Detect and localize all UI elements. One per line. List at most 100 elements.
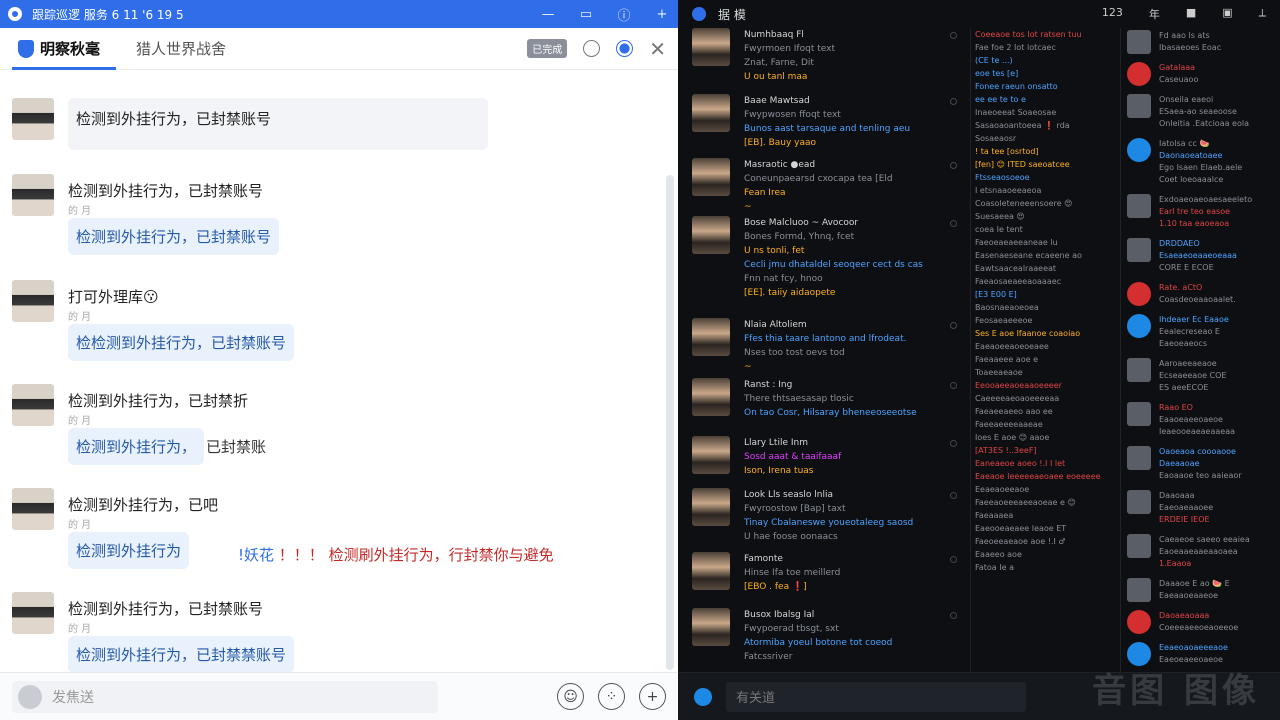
avatar[interactable] (692, 28, 730, 66)
camera-icon[interactable]: ■ (1186, 6, 1196, 22)
side-item[interactable]: Gatalaaa Caseuaoo (1127, 62, 1279, 86)
avatar[interactable] (692, 608, 730, 646)
side-line: Oaoeaoa coooaooe (1159, 447, 1236, 456)
restore-icon[interactable]: ▭ (578, 7, 594, 22)
side-body: Fd aao ls ats Ibasaeoes Eoac (1159, 30, 1279, 54)
feed-item[interactable]: Llary Ltile Inm Sosd aaat & taaifaaaf Ison… (692, 436, 966, 478)
detail-line: Coeeaoe tos Iot ratsen tuu (975, 30, 1082, 39)
avatar[interactable] (692, 216, 730, 254)
side-avatar[interactable] (1127, 30, 1151, 54)
tab-second[interactable]: 猎人世界战舍 (130, 28, 232, 70)
feed-status-dot[interactable] (950, 322, 957, 329)
feed-status-dot[interactable] (950, 440, 957, 447)
side-avatar[interactable] (1127, 314, 1151, 338)
side-avatar[interactable] (1127, 578, 1151, 602)
feed-item[interactable]: Numhbaaq Fl Fwyrmoen Ifoqt text Znat, Farn… (692, 28, 966, 84)
shield-toggle-icon[interactable] (616, 40, 634, 57)
side-item[interactable]: Oaoeaoa coooaooe Daeaaoae Eaoaaoe teo aaie… (1127, 446, 1279, 482)
feed-status-dot[interactable] (950, 492, 957, 499)
side-body: Exdoaeoaeoaesaeeleto Earl tre teo easoe 1.… (1159, 194, 1279, 230)
feed-status-dot[interactable] (950, 382, 957, 389)
avatar[interactable] (12, 174, 54, 216)
side-item[interactable]: Daaaoe E ao 🍉 E Eaeaaoeaaeoe (1127, 578, 1279, 602)
plus-icon[interactable]: + (639, 683, 666, 710)
info-icon[interactable]: ⓘ (616, 5, 632, 24)
avatar[interactable] (692, 158, 730, 196)
feed-item[interactable]: Nlaia Altoliem Ffes thia taare lantono an… (692, 318, 966, 374)
feed-status-dot[interactable] (950, 32, 957, 39)
side-avatar[interactable] (1127, 94, 1151, 118)
feed-status-dot[interactable] (950, 612, 957, 619)
side-avatar[interactable] (1127, 610, 1151, 634)
side-avatar[interactable] (1127, 282, 1151, 306)
avatar[interactable] (692, 94, 730, 132)
avatar[interactable] (692, 552, 730, 590)
side-item[interactable]: Daoaeaoaaa Coeeeaeeoeaoeeoe (1127, 610, 1279, 634)
avatar[interactable] (12, 280, 54, 322)
circle-icon[interactable] (583, 40, 601, 57)
feed-item[interactable]: Busox Ibalsg Ial Fwypoerad tbsgt, sxt Ator… (692, 608, 966, 664)
avatar[interactable] (692, 488, 730, 526)
feed-item[interactable]: Bose Malcluoo ~ Avocoor Bones Formd, Yhnq… (692, 216, 966, 300)
feed-item[interactable]: Ranst : Ing There thtsaesasap tlosic On ta… (692, 378, 966, 420)
feed-status-dot[interactable] (950, 162, 957, 169)
feed-item[interactable]: Baae Mawtsad Fwypwosen ffoqt text Bunos aa… (692, 94, 966, 150)
status-badge[interactable]: 已完成 (527, 39, 568, 58)
feed-username: Nlaia Altoliem (744, 320, 807, 330)
side-avatar[interactable] (1127, 194, 1151, 218)
avatar[interactable] (692, 436, 730, 474)
side-item[interactable]: Ihdeaer Ec Eaaoe Eealecreseao E Eaeoeaeocs (1127, 314, 1279, 350)
feed-item[interactable]: Masraotic ●ead Coneunpaearsd cxocapa tea … (692, 158, 966, 214)
feed-body: Bose Malcluoo ~ Avocoor Bones Formd, Yhnq… (744, 216, 966, 300)
side-item[interactable]: Raao EO Eaaoeaeeoaeoe Ieaeooeaeaeaaeaa (1127, 402, 1279, 438)
side-item[interactable]: Caeaeoe saeeo eeaiea Eaoeaaeaaeaaoaea 1.Ea… (1127, 534, 1279, 570)
feed-item[interactable]: Look Lls seaslo lnlia Fwyroostow [Bap] ta… (692, 488, 966, 544)
avatar[interactable] (12, 98, 54, 140)
avatar[interactable] (12, 592, 54, 634)
message-item: 打可外理库😗 的 月 检检测到外挂行为，已封禁账号 (12, 280, 295, 361)
apps-icon[interactable]: ⁘ (598, 683, 625, 710)
feed-status-dot[interactable] (950, 556, 957, 563)
detail-line: Eeooaeeaoeaaoeeeer (975, 381, 1062, 390)
feed-column: Numhbaaq Fl Fwyrmoen Ifoqt text Znat, Farn… (678, 28, 970, 672)
side-item[interactable]: DRDDAEO Esaeaeoeaaeoeaaa CORE E ECOE (1127, 238, 1279, 274)
add-icon[interactable]: + (654, 7, 670, 22)
close-icon[interactable]: ✕ (649, 39, 666, 59)
side-item[interactable]: Fd aao ls ats Ibasaeoes Eoac (1127, 30, 1279, 54)
side-avatar[interactable] (1127, 534, 1151, 558)
pin-icon[interactable]: ⟂ (1259, 6, 1266, 22)
side-item[interactable]: Onseila eaeoi ESaea-ao seaeoose Onleitia .… (1127, 94, 1279, 130)
side-item[interactable]: Rate. aCtO Coasdeoeaaoaalet. (1127, 282, 1279, 306)
side-item[interactable]: Aaroaeeaeaoe Ecseaeeaoe COE ES aeeECOE (1127, 358, 1279, 394)
avatar[interactable] (692, 378, 730, 416)
side-item[interactable]: Iatolsa cc 🍉 Daonaoeatoaee Ego Isaen Elaeb… (1127, 138, 1279, 186)
voice-icon[interactable] (694, 687, 712, 706)
feed-status-dot[interactable] (950, 98, 957, 105)
side-line: Exdoaeoaeoaesaeeleto (1159, 195, 1253, 204)
voice-icon[interactable] (18, 684, 42, 709)
side-line: Rate. aCtO (1159, 283, 1203, 292)
side-avatar[interactable] (1127, 402, 1151, 426)
avatar[interactable] (692, 318, 730, 356)
side-avatar[interactable] (1127, 358, 1151, 382)
side-item[interactable]: Exdoaeoaeoaesaeeleto Earl tre teo easoe 1.… (1127, 194, 1279, 230)
avatar[interactable] (12, 384, 54, 426)
emoji-icon[interactable]: ☺ (557, 683, 584, 710)
side-body: Onseila eaeoi ESaea-ao seaeoose Onleitia .… (1159, 94, 1279, 130)
side-avatar[interactable] (1127, 238, 1151, 262)
right-message-input[interactable]: 有关道 (726, 681, 1026, 712)
minimize-icon[interactable]: — (540, 7, 556, 22)
side-item[interactable]: Daaoaaa Eaeoaeaaoee ERDEIE IEOE (1127, 490, 1279, 526)
side-avatar[interactable] (1127, 138, 1151, 162)
side-avatar[interactable] (1127, 62, 1151, 86)
feed-status-dot[interactable] (950, 220, 957, 227)
message-bubble: 检测到外挂行为， (68, 428, 205, 465)
tab-active[interactable]: 明察秋毫 (12, 28, 117, 70)
side-avatar[interactable] (1127, 490, 1151, 514)
scrollbar[interactable] (666, 175, 674, 670)
feed-item[interactable]: Famonte Hinse Ifa toe meillerd [EBO . fea … (692, 552, 966, 594)
avatar[interactable] (12, 488, 54, 530)
message-input[interactable]: 发焦送 (12, 680, 438, 713)
screen-icon[interactable]: ▣ (1222, 6, 1232, 22)
side-avatar[interactable] (1127, 446, 1151, 470)
